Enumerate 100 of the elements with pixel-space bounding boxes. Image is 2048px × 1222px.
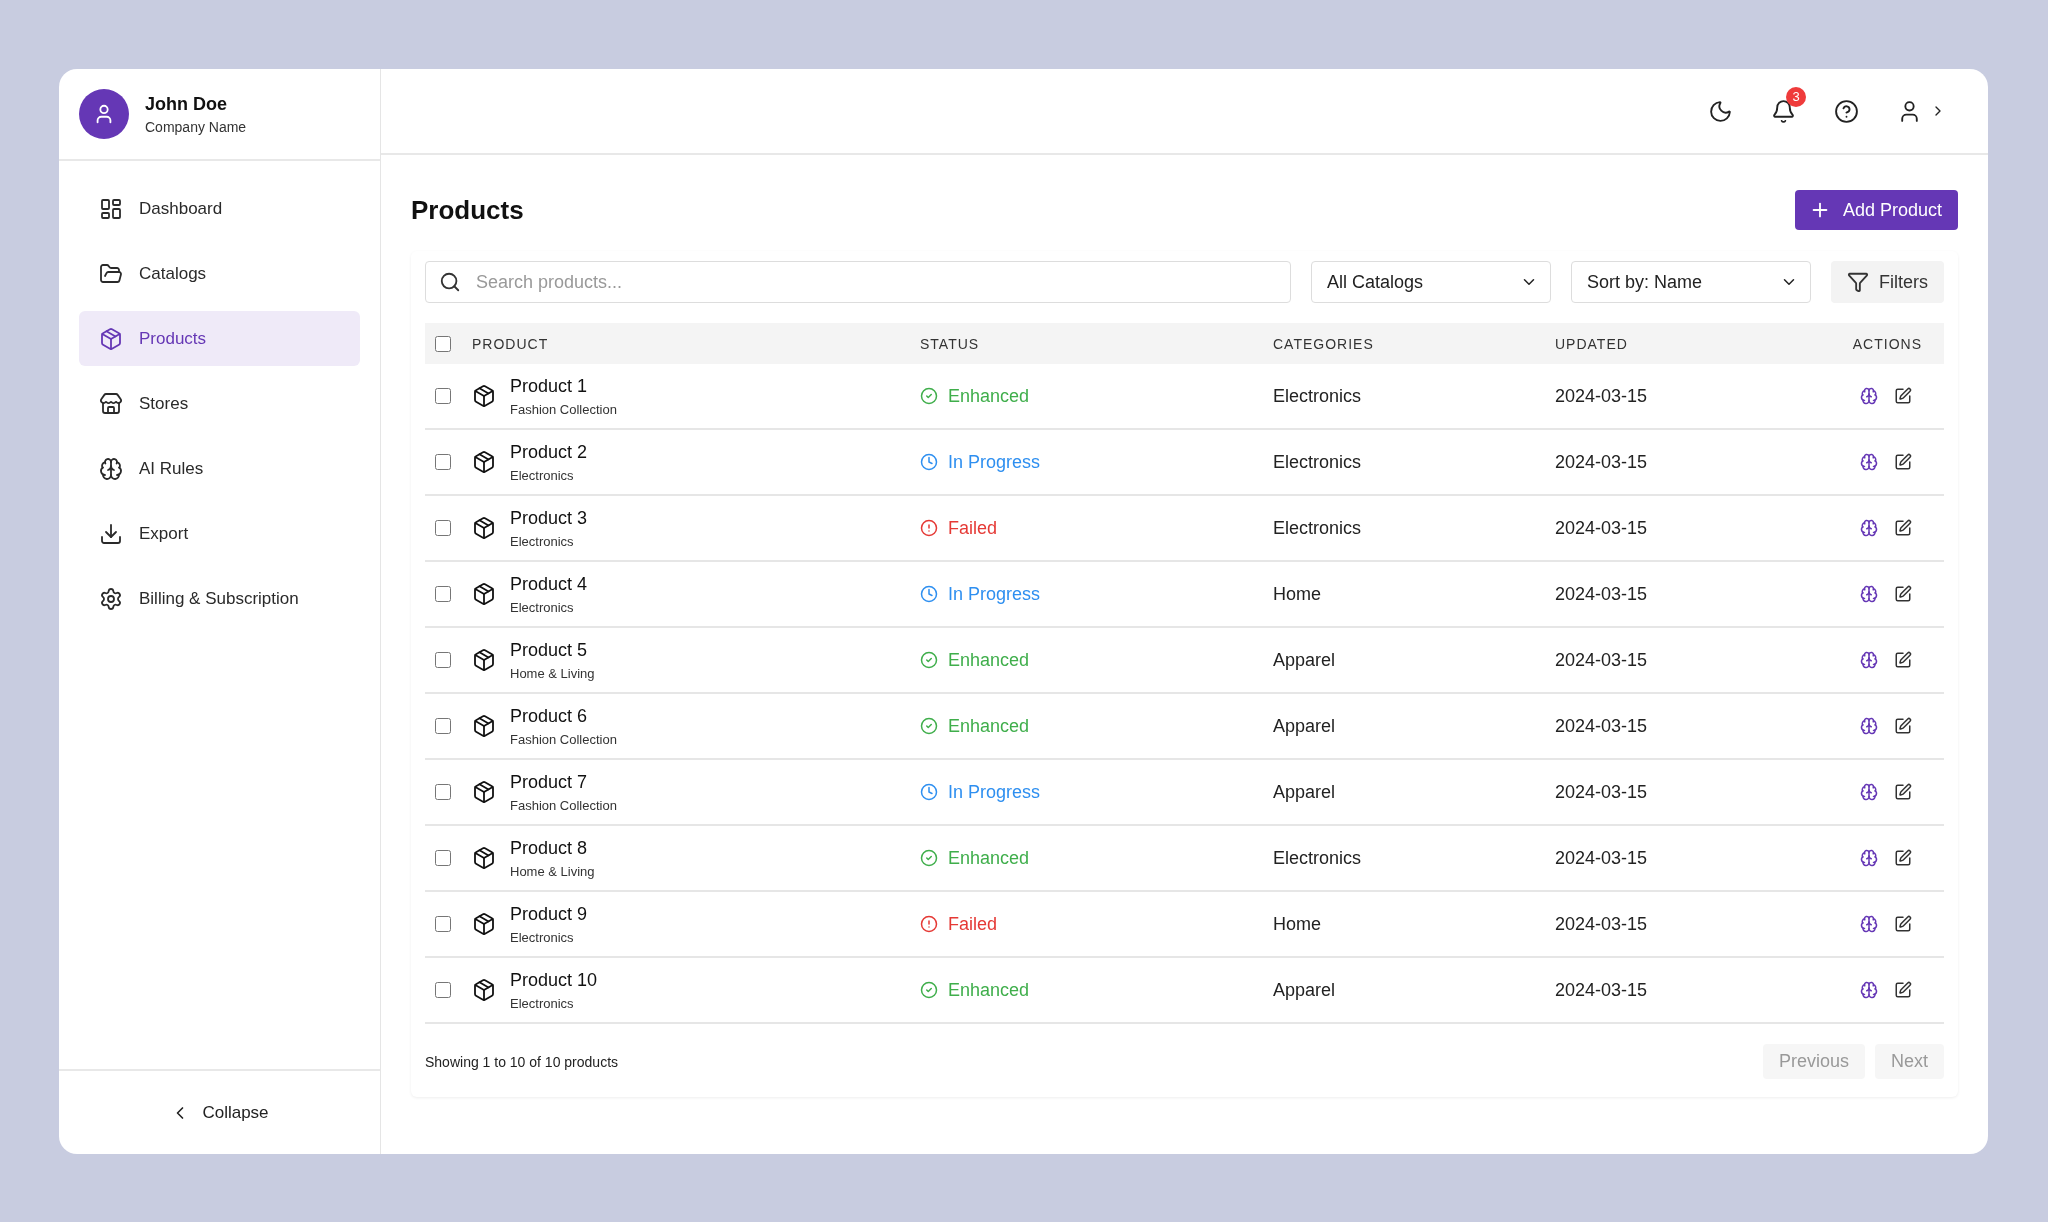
edit-icon[interactable] bbox=[1894, 585, 1912, 603]
brain-icon bbox=[99, 456, 123, 481]
status-text: In Progress bbox=[948, 451, 1041, 473]
category-cell-text: Apparel bbox=[1273, 979, 1337, 1001]
collapse-button[interactable]: Collapse bbox=[164, 1101, 275, 1124]
product-name: Product 6 bbox=[510, 705, 589, 727]
category-cell-text: Electronics bbox=[1273, 847, 1363, 869]
product-name: Product 1 bbox=[510, 375, 589, 397]
brain-icon[interactable] bbox=[1860, 783, 1878, 801]
edit-icon[interactable] bbox=[1894, 849, 1912, 867]
row-checkbox[interactable] bbox=[435, 784, 451, 800]
check-circle-icon bbox=[920, 651, 938, 669]
brain-icon[interactable] bbox=[1860, 915, 1878, 933]
sidebar-item[interactable]: AI Rules bbox=[79, 441, 360, 496]
edit-icon[interactable] bbox=[1894, 981, 1912, 999]
row-checkbox[interactable] bbox=[435, 916, 451, 932]
brain-icon[interactable] bbox=[1860, 849, 1878, 867]
alert-circle-icon bbox=[920, 519, 938, 537]
brain-icon[interactable] bbox=[1860, 717, 1878, 735]
dashboard-icon bbox=[99, 196, 123, 221]
edit-icon[interactable] bbox=[1894, 783, 1912, 801]
edit-icon[interactable] bbox=[1894, 915, 1912, 933]
clock-icon bbox=[920, 453, 938, 471]
status-text: Enhanced bbox=[948, 715, 1030, 737]
help-icon[interactable] bbox=[1834, 98, 1859, 124]
updated-cell-text: 2024-03-15 bbox=[1555, 385, 1649, 407]
brain-icon[interactable] bbox=[1860, 519, 1878, 537]
sidebar-item[interactable]: Stores bbox=[79, 376, 360, 431]
search-field[interactable]: Search products... bbox=[425, 261, 1291, 303]
updated-cell-text: 2024-03-15 bbox=[1555, 649, 1649, 671]
product-collection: Fashion Collection bbox=[510, 731, 617, 747]
user-avatar bbox=[79, 89, 129, 139]
updated-cell-text: 2024-03-15 bbox=[1555, 913, 1649, 935]
category-cell-text: Electronics bbox=[1273, 517, 1363, 539]
user-name: John Doe bbox=[145, 93, 228, 115]
category-cell-text: Apparel bbox=[1273, 781, 1337, 803]
product-collection: Home & Living bbox=[510, 665, 595, 681]
status-text: Enhanced bbox=[948, 385, 1030, 407]
add-product-button[interactable]: Add Product bbox=[1794, 190, 1958, 230]
sidebar-item[interactable]: Dashboard bbox=[79, 181, 360, 236]
row-checkbox[interactable] bbox=[435, 850, 451, 866]
column-header: UPDATED bbox=[1555, 335, 1629, 352]
clock-icon bbox=[920, 783, 938, 801]
status-text: In Progress bbox=[948, 781, 1041, 803]
row-checkbox[interactable] bbox=[435, 652, 451, 668]
column-header: STATUS bbox=[920, 335, 981, 352]
status-text: Enhanced bbox=[948, 979, 1030, 1001]
updated-cell-text: 2024-03-15 bbox=[1555, 715, 1649, 737]
product-collection: Electronics bbox=[510, 995, 575, 1011]
product-name: Product 9 bbox=[510, 903, 588, 925]
product-collection: Fashion Collection bbox=[510, 401, 617, 417]
category-cell-text: Apparel bbox=[1273, 715, 1337, 737]
brain-icon[interactable] bbox=[1860, 981, 1878, 999]
sidebar-item[interactable]: Billing & Subscription bbox=[79, 571, 360, 626]
row-checkbox[interactable] bbox=[435, 982, 451, 998]
select-all-checkbox[interactable] bbox=[435, 335, 451, 352]
edit-icon[interactable] bbox=[1894, 519, 1912, 537]
sidebar-item[interactable]: Catalogs bbox=[79, 246, 360, 301]
row-checkbox[interactable] bbox=[435, 718, 451, 734]
check-circle-icon bbox=[920, 717, 938, 735]
brain-icon[interactable] bbox=[1860, 651, 1878, 669]
product-collection: Home & Living bbox=[510, 863, 595, 879]
column-header: ACTIONS bbox=[1851, 335, 1923, 352]
package-icon bbox=[472, 450, 496, 474]
updated-cell-text: 2024-03-15 bbox=[1555, 781, 1649, 803]
company-name: Company Name bbox=[145, 118, 247, 135]
edit-icon[interactable] bbox=[1894, 387, 1912, 405]
package-icon bbox=[472, 780, 496, 804]
sort-select[interactable]: Sort by: Name bbox=[1571, 261, 1811, 303]
moon-icon[interactable] bbox=[1708, 98, 1733, 124]
category-cell-text: Home bbox=[1273, 913, 1322, 935]
edit-icon[interactable] bbox=[1894, 717, 1912, 735]
edit-icon[interactable] bbox=[1894, 651, 1912, 669]
brain-icon[interactable] bbox=[1860, 585, 1878, 603]
column-header: PRODUCT bbox=[472, 335, 550, 352]
row-checkbox[interactable] bbox=[435, 586, 451, 602]
product-collection: Electronics bbox=[510, 599, 575, 615]
status-text: Enhanced bbox=[948, 847, 1030, 869]
product-collection: Electronics bbox=[510, 929, 575, 945]
row-checkbox[interactable] bbox=[435, 454, 451, 470]
package-icon bbox=[472, 978, 496, 1002]
edit-icon[interactable] bbox=[1894, 453, 1912, 471]
check-circle-icon bbox=[920, 981, 938, 999]
sidebar-item[interactable]: Export bbox=[79, 506, 360, 561]
store-icon bbox=[99, 391, 123, 416]
product-collection: Electronics bbox=[510, 467, 575, 483]
updated-cell-text: 2024-03-15 bbox=[1555, 583, 1649, 605]
brain-icon[interactable] bbox=[1860, 453, 1878, 471]
notification-badge: 3 bbox=[1786, 86, 1806, 107]
row-checkbox[interactable] bbox=[435, 520, 451, 536]
filters-button[interactable]: Filters bbox=[1831, 261, 1944, 303]
category-cell-text: Electronics bbox=[1273, 451, 1363, 473]
check-circle-icon bbox=[920, 849, 938, 867]
row-checkbox[interactable] bbox=[435, 388, 451, 404]
catalog-select[interactable]: All Catalogs bbox=[1311, 261, 1551, 303]
updated-cell-text: 2024-03-15 bbox=[1555, 451, 1649, 473]
sidebar-item[interactable]: Products bbox=[79, 311, 360, 366]
package-icon bbox=[472, 846, 496, 870]
status-text: Failed bbox=[948, 913, 998, 935]
brain-icon[interactable] bbox=[1860, 387, 1878, 405]
